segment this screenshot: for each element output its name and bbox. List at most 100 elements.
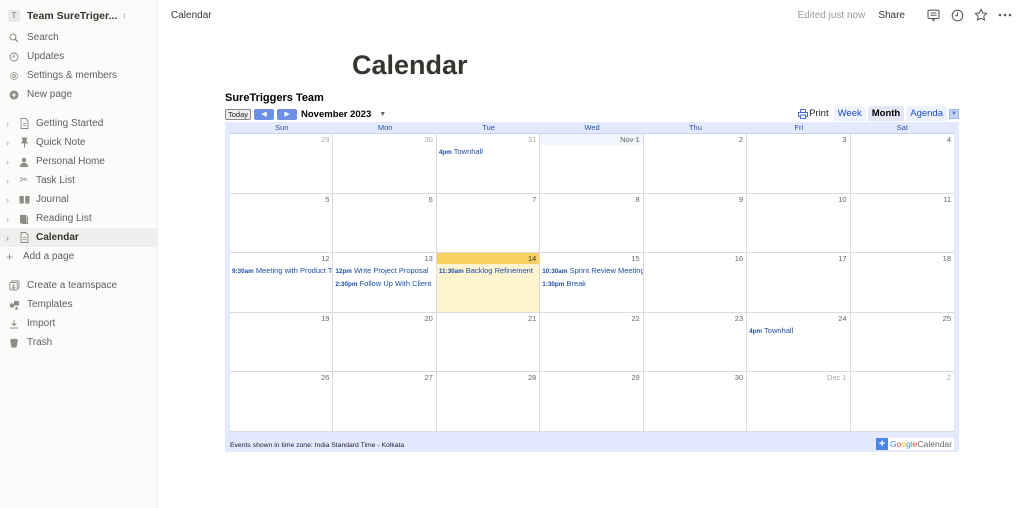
- day-number[interactable]: 6: [333, 194, 435, 205]
- day-number[interactable]: 22: [540, 313, 642, 324]
- next-month-button[interactable]: ▶: [277, 108, 298, 120]
- day-number[interactable]: 15: [540, 253, 642, 264]
- day-cell[interactable]: 129:30am Meeting with Product Team: [230, 253, 334, 313]
- chevron-right-icon[interactable]: ›: [6, 157, 15, 167]
- print-button[interactable]: Print: [798, 108, 829, 119]
- sidebar-item-trash[interactable]: Trash: [0, 333, 157, 352]
- day-number[interactable]: 30: [644, 372, 746, 383]
- day-number[interactable]: 21: [437, 313, 539, 324]
- day-cell[interactable]: 3: [747, 134, 851, 194]
- day-number[interactable]: 28: [437, 372, 539, 383]
- day-cell[interactable]: 11: [850, 194, 954, 254]
- day-number[interactable]: 23: [644, 313, 746, 324]
- calendar-event[interactable]: 9:30am Meeting with Product Team: [230, 265, 332, 277]
- sidebar-page-journal[interactable]: › Journal: [0, 190, 157, 209]
- workspace-switcher[interactable]: T Team SureTriger... ↕: [0, 6, 157, 25]
- today-button[interactable]: Today: [225, 108, 252, 120]
- more-options-icon[interactable]: [998, 8, 1012, 22]
- day-cell-today[interactable]: 14 11:30am Backlog Refinement: [436, 253, 541, 313]
- day-cell[interactable]: 9: [643, 193, 748, 254]
- day-cell[interactable]: 7: [436, 193, 541, 254]
- chevron-right-icon[interactable]: ›: [6, 214, 15, 224]
- day-number[interactable]: 26: [230, 372, 332, 383]
- day-cell[interactable]: 10: [747, 193, 851, 254]
- day-number[interactable]: 11: [851, 194, 954, 205]
- day-cell[interactable]: 30: [643, 372, 748, 432]
- sidebar-item-settings[interactable]: Settings & members: [0, 66, 157, 85]
- day-number[interactable]: 20: [333, 313, 435, 324]
- day-number[interactable]: 30: [333, 134, 435, 145]
- day-cell[interactable]: 28: [436, 372, 541, 432]
- day-cell[interactable]: 27: [333, 372, 437, 432]
- calendar-event[interactable]: 12pm Write Project Proposal: [333, 265, 435, 277]
- calendar-event[interactable]: 4pm Townhall: [747, 325, 849, 337]
- sidebar-page-getting-started[interactable]: › Getting Started: [0, 114, 157, 133]
- day-number[interactable]: 3: [747, 134, 849, 145]
- day-cell[interactable]: 23: [643, 312, 748, 373]
- day-number[interactable]: 25: [851, 313, 954, 324]
- month-dropdown-icon[interactable]: ▼: [379, 111, 386, 118]
- day-cell[interactable]: 13 12pm Write Project Proposal 2:30pm Foll…: [333, 253, 437, 313]
- sidebar-item-import[interactable]: Import: [0, 314, 157, 333]
- share-button[interactable]: Share: [878, 10, 905, 21]
- day-cell[interactable]: 29: [540, 372, 644, 432]
- day-number[interactable]: 18: [851, 253, 954, 264]
- sidebar-item-new-page[interactable]: New page: [0, 85, 157, 104]
- day-number[interactable]: 2: [644, 134, 746, 145]
- sidebar-page-personal-home[interactable]: › Personal Home: [0, 152, 157, 171]
- day-number[interactable]: 31: [437, 134, 539, 145]
- day-cell[interactable]: 15 10:30am Sprint Review Meeting 1:30pm Br…: [540, 253, 644, 313]
- tab-month[interactable]: Month: [867, 106, 905, 121]
- day-number[interactable]: 9: [644, 194, 746, 205]
- prev-month-button[interactable]: ◀: [254, 108, 275, 120]
- day-cell[interactable]: 22: [540, 312, 644, 373]
- add-page-button[interactable]: + Add a page: [0, 247, 157, 266]
- view-dropdown-icon[interactable]: ▼: [949, 108, 959, 119]
- sidebar-page-reading-list[interactable]: › Reading List: [0, 209, 157, 228]
- breadcrumb[interactable]: Calendar: [171, 10, 212, 21]
- sidebar-page-calendar[interactable]: › Calendar: [0, 228, 157, 247]
- day-cell[interactable]: 5: [230, 193, 334, 254]
- day-cell[interactable]: 18: [850, 253, 954, 313]
- chevron-right-icon[interactable]: ›: [6, 138, 15, 148]
- day-cell[interactable]: 31 4pm Townhall: [436, 134, 541, 194]
- calendar-event[interactable]: 10:30am Sprint Review Meeting: [540, 265, 642, 277]
- day-cell[interactable]: 30: [333, 134, 437, 194]
- day-number[interactable]: 4: [851, 134, 954, 145]
- calendar-event[interactable]: 11:30am Backlog Refinement: [437, 265, 539, 277]
- sidebar-item-search[interactable]: Search: [0, 28, 157, 47]
- day-cell[interactable]: 20: [333, 312, 437, 373]
- star-icon[interactable]: [974, 8, 988, 22]
- calendar-event[interactable]: 1:30pm Break: [540, 278, 642, 290]
- day-number[interactable]: 12: [230, 253, 332, 264]
- page-title[interactable]: Calendar: [352, 50, 468, 81]
- sidebar-item-create-teamspace[interactable]: Create a teamspace: [0, 276, 157, 295]
- day-number[interactable]: 17: [747, 253, 849, 264]
- day-number[interactable]: 29: [230, 134, 332, 145]
- day-number[interactable]: 14: [436, 253, 540, 265]
- tab-week[interactable]: Week: [833, 106, 866, 121]
- day-cell[interactable]: Dec 1: [747, 372, 851, 432]
- day-number[interactable]: 13: [333, 253, 435, 264]
- day-number[interactable]: Nov 1: [540, 134, 643, 145]
- day-cell[interactable]: 4: [850, 134, 954, 194]
- day-number[interactable]: 7: [437, 194, 539, 205]
- day-number[interactable]: Dec 1: [747, 372, 849, 383]
- day-cell[interactable]: 26: [230, 372, 334, 432]
- sidebar-item-templates[interactable]: Templates: [0, 295, 157, 314]
- day-number[interactable]: 5: [230, 194, 332, 205]
- day-cell[interactable]: Nov 1: [540, 134, 644, 194]
- day-cell[interactable]: 6: [333, 193, 437, 254]
- chevron-right-icon[interactable]: ›: [6, 233, 15, 243]
- sidebar-item-updates[interactable]: Updates: [0, 47, 157, 66]
- day-cell[interactable]: 2: [643, 134, 748, 194]
- day-number[interactable]: 16: [644, 253, 746, 264]
- day-cell[interactable]: 2: [850, 372, 954, 432]
- day-cell[interactable]: 21: [436, 312, 541, 373]
- chevron-right-icon[interactable]: ›: [6, 119, 15, 129]
- day-number[interactable]: 2: [851, 372, 954, 383]
- tab-agenda[interactable]: Agenda: [906, 106, 947, 121]
- day-number[interactable]: 19: [230, 313, 332, 324]
- add-to-google-calendar-button[interactable]: + Google Calendar: [876, 438, 954, 450]
- day-cell[interactable]: 17: [747, 253, 851, 313]
